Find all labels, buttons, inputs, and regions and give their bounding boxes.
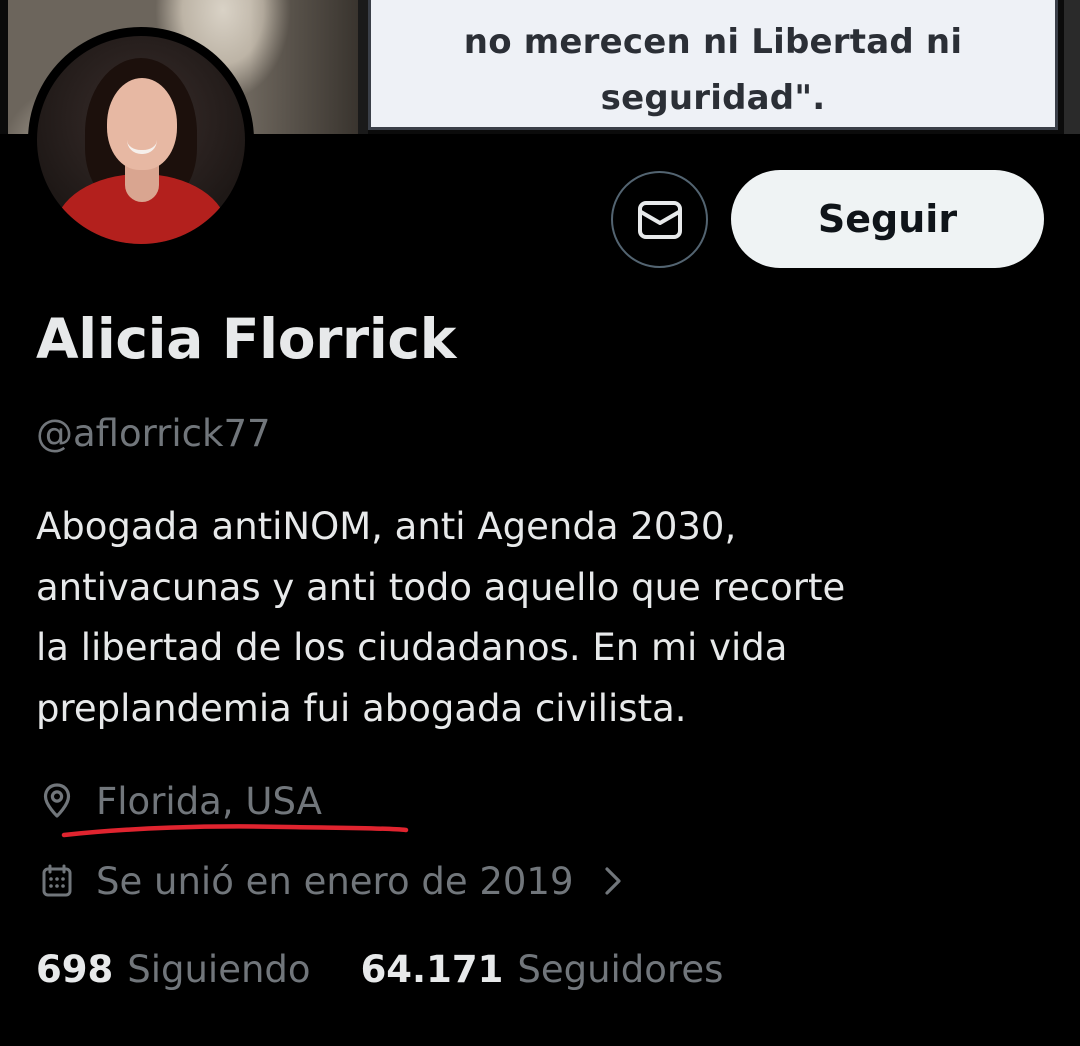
message-button[interactable] xyxy=(611,171,708,268)
chevron-right-icon xyxy=(604,866,622,896)
banner-photo-shadow xyxy=(250,0,358,134)
follow-stats: 698 Siguiendo 64.171 Seguidores xyxy=(36,948,773,991)
bio-line: la libertad de los ciudadanos. En mi vid… xyxy=(36,626,788,669)
envelope-icon xyxy=(637,200,682,239)
banner-quote-line: seguridad". xyxy=(600,78,826,118)
calendar-icon xyxy=(38,858,76,904)
banner-edge xyxy=(1064,0,1080,134)
joined-date-text: Se unió en enero de 2019 xyxy=(96,859,574,903)
bio-line: Abogada antiNOM, anti Agenda 2030, xyxy=(36,505,737,548)
banner-quote-card: no merecen ni Libertad ni seguridad". xyxy=(368,0,1058,130)
profile-bio: Abogada antiNOM, anti Agenda 2030, antiv… xyxy=(36,497,996,739)
bio-line: antivacunas y anti todo aquello que reco… xyxy=(36,565,846,609)
avatar-photo xyxy=(37,36,245,244)
following-count: 698 xyxy=(36,948,114,991)
followers-link[interactable]: 64.171 Seguidores xyxy=(361,948,724,991)
display-name: Alicia Florrick xyxy=(36,307,456,371)
follow-button[interactable]: Seguir xyxy=(731,170,1044,268)
profile-avatar[interactable] xyxy=(28,27,254,253)
location-text: Florida, USA xyxy=(96,779,322,823)
following-link[interactable]: 698 Siguiendo xyxy=(36,948,311,991)
bio-line: preplandemia fui abogada civilista. xyxy=(36,686,687,730)
user-handle: @aflorrick77 xyxy=(36,412,271,455)
red-underline-annotation xyxy=(61,824,409,838)
joined-date-row[interactable]: Se unió en enero de 2019 xyxy=(38,858,622,904)
following-label: Siguiendo xyxy=(127,948,311,991)
banner-divider xyxy=(358,0,368,134)
banner-quote-line: no merecen ni Libertad ni xyxy=(463,22,963,62)
followers-count: 64.171 xyxy=(360,948,504,991)
followers-label: Seguidores xyxy=(517,948,724,991)
